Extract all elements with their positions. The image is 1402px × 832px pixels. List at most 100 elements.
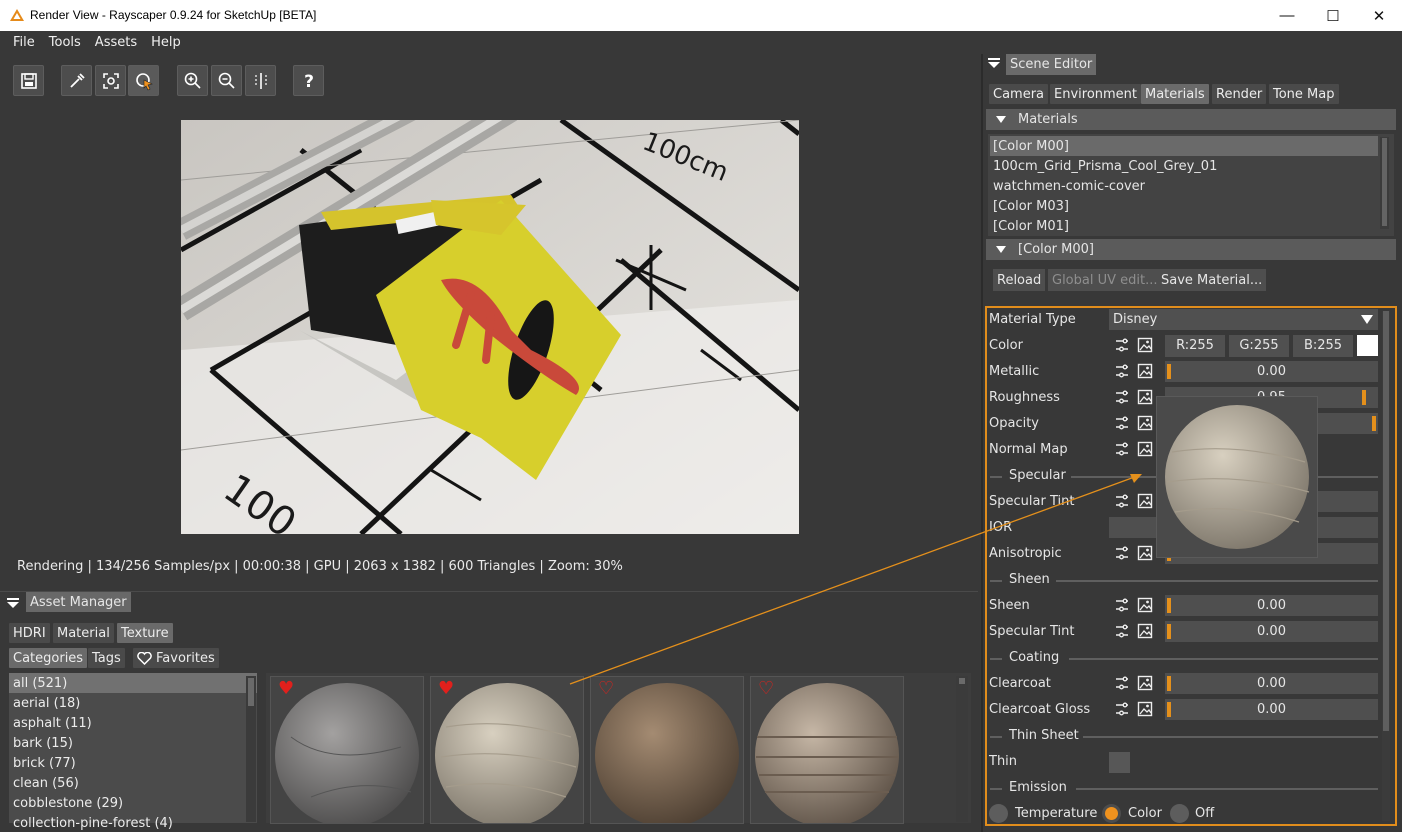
- material-list-scrollbar[interactable]: [1380, 137, 1389, 229]
- texture-thumb-striped-rock[interactable]: ♡: [750, 676, 904, 827]
- image-texture-icon[interactable]: [1137, 701, 1153, 717]
- zoom-in-button[interactable]: [177, 65, 208, 96]
- tab-render[interactable]: Render: [1212, 84, 1267, 104]
- sheen-tint-slider[interactable]: 0.00: [1165, 621, 1378, 642]
- render-image[interactable]: 100cm 100: [181, 120, 799, 534]
- texture-thumb-gray-stone[interactable]: ♥: [270, 676, 424, 827]
- emission-off-label: Off: [1195, 806, 1215, 821]
- tab-materials[interactable]: Materials: [1141, 84, 1209, 104]
- category-item[interactable]: clean (56): [9, 773, 257, 793]
- subtab-categories[interactable]: Categories: [9, 648, 88, 668]
- category-scrollbar[interactable]: [246, 676, 256, 822]
- subtab-tags[interactable]: Tags: [88, 648, 125, 668]
- subtab-favorites[interactable]: Favorites: [133, 648, 219, 668]
- material-item[interactable]: watchmen-comic-cover: [990, 176, 1378, 196]
- link-settings-icon[interactable]: [1114, 701, 1130, 717]
- minimize-button[interactable]: —: [1264, 0, 1310, 31]
- link-settings-icon[interactable]: [1114, 545, 1130, 561]
- menu-file[interactable]: File: [6, 35, 42, 50]
- link-settings-icon[interactable]: [1114, 675, 1130, 691]
- emission-color-radio[interactable]: [1102, 804, 1121, 823]
- texture-thumb-brown-dirt[interactable]: ♡: [590, 676, 744, 827]
- materials-section-header[interactable]: Materials: [986, 109, 1396, 130]
- link-settings-icon[interactable]: [1114, 389, 1130, 405]
- link-settings-icon[interactable]: [1114, 363, 1130, 379]
- category-item[interactable]: brick (77): [9, 753, 257, 773]
- eyedropper-button[interactable]: [61, 65, 92, 96]
- tab-texture[interactable]: Texture: [117, 623, 173, 643]
- save-button[interactable]: [13, 65, 44, 96]
- sheen-tint-value: 0.00: [1257, 624, 1286, 639]
- link-settings-icon[interactable]: [1114, 337, 1130, 353]
- image-texture-icon[interactable]: [1137, 337, 1153, 353]
- eyedropper-icon: [69, 72, 85, 88]
- focus-button[interactable]: [95, 65, 126, 96]
- category-item[interactable]: collection-pine-forest (4): [9, 813, 257, 832]
- tab-camera[interactable]: Camera: [989, 84, 1049, 104]
- texture-thumb-sand-ripple[interactable]: ♥: [430, 676, 584, 827]
- panel-menu-icon[interactable]: [7, 598, 19, 608]
- menu-assets[interactable]: Assets: [88, 35, 144, 50]
- tab-hdri[interactable]: HDRI: [9, 623, 50, 643]
- favorite-heart-icon[interactable]: ♥: [438, 680, 454, 698]
- help-button[interactable]: ?: [293, 65, 324, 96]
- favorite-heart-outline-icon[interactable]: ♡: [598, 680, 614, 698]
- image-texture-icon[interactable]: [1137, 415, 1153, 431]
- image-texture-icon[interactable]: [1137, 675, 1153, 691]
- image-texture-icon[interactable]: [1137, 545, 1153, 561]
- color-g-field[interactable]: G:255: [1229, 335, 1289, 357]
- compare-button[interactable]: [245, 65, 276, 96]
- link-settings-icon[interactable]: [1114, 441, 1130, 457]
- link-settings-icon[interactable]: [1114, 623, 1130, 639]
- select-pointer-button[interactable]: [128, 65, 159, 96]
- thin-checkbox[interactable]: [1109, 752, 1130, 773]
- tab-environment[interactable]: Environment: [1050, 84, 1142, 104]
- global-uv-edit-button[interactable]: Global UV edit...: [1048, 269, 1162, 291]
- favorite-heart-icon[interactable]: ♥: [278, 680, 294, 698]
- metallic-slider[interactable]: 0.00: [1165, 361, 1378, 382]
- link-settings-icon[interactable]: [1114, 493, 1130, 509]
- selected-material-header[interactable]: [Color M00]: [986, 239, 1396, 260]
- properties-scrollbar[interactable]: [1382, 311, 1390, 821]
- sheen-slider[interactable]: 0.00: [1165, 595, 1378, 616]
- material-item[interactable]: 100cm_Grid_Prisma_Cool_Grey_01: [990, 156, 1378, 176]
- category-item[interactable]: bark (15): [9, 733, 257, 753]
- tab-material[interactable]: Material: [53, 623, 114, 643]
- category-item[interactable]: asphalt (11): [9, 713, 257, 733]
- color-swatch[interactable]: [1357, 335, 1378, 356]
- menu-help[interactable]: Help: [144, 35, 188, 50]
- image-texture-icon[interactable]: [1137, 623, 1153, 639]
- material-item[interactable]: [Color M03]: [990, 196, 1378, 216]
- zoom-out-button[interactable]: [211, 65, 242, 96]
- tab-tone-map[interactable]: Tone Map: [1269, 84, 1339, 104]
- favorite-heart-outline-icon[interactable]: ♡: [758, 680, 774, 698]
- panel-menu-icon[interactable]: [988, 58, 1000, 68]
- image-texture-icon[interactable]: [1137, 389, 1153, 405]
- menu-tools[interactable]: Tools: [42, 35, 88, 50]
- clearcoat-gloss-slider[interactable]: 0.00: [1165, 699, 1378, 720]
- image-texture-icon[interactable]: [1137, 363, 1153, 379]
- category-list[interactable]: all (521) aerial (18) asphalt (11) bark …: [9, 673, 257, 831]
- material-item[interactable]: [Color M01]: [990, 216, 1378, 236]
- link-settings-icon[interactable]: [1114, 597, 1130, 613]
- color-b-field[interactable]: B:255: [1293, 335, 1353, 357]
- slider-handle[interactable]: [1372, 416, 1376, 431]
- maximize-button[interactable]: ☐: [1310, 0, 1356, 31]
- image-texture-icon[interactable]: [1137, 493, 1153, 509]
- close-button[interactable]: ✕: [1356, 0, 1402, 31]
- color-r-field[interactable]: R:255: [1165, 335, 1225, 357]
- image-texture-icon[interactable]: [1137, 441, 1153, 457]
- link-settings-icon[interactable]: [1114, 415, 1130, 431]
- reload-button[interactable]: Reload: [993, 269, 1046, 291]
- texture-scrollbar[interactable]: [956, 676, 968, 822]
- material-type-select[interactable]: Disney: [1109, 309, 1378, 330]
- category-item[interactable]: aerial (18): [9, 693, 257, 713]
- material-item[interactable]: [Color M00]: [990, 136, 1378, 156]
- category-item[interactable]: all (521): [9, 673, 257, 693]
- save-material-button[interactable]: Save Material...: [1157, 269, 1267, 291]
- emission-off-radio[interactable]: [1170, 804, 1189, 823]
- emission-temperature-radio[interactable]: [989, 804, 1008, 823]
- category-item[interactable]: cobblestone (29): [9, 793, 257, 813]
- clearcoat-slider[interactable]: 0.00: [1165, 673, 1378, 694]
- image-texture-icon[interactable]: [1137, 597, 1153, 613]
